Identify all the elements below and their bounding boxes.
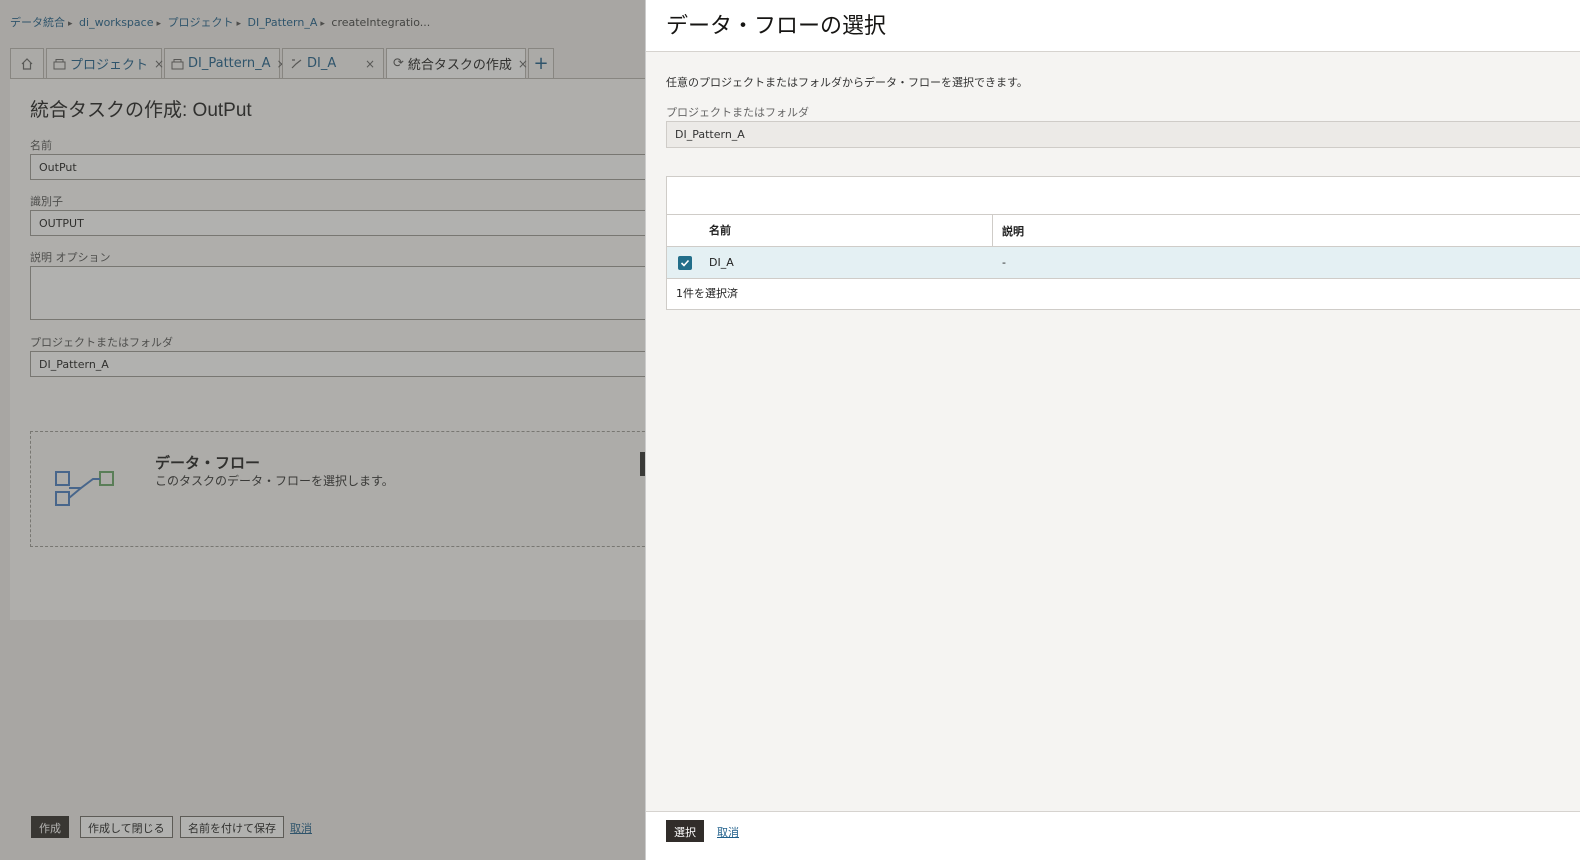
drawer-header: データ・フローの選択 bbox=[646, 0, 1580, 52]
drawer-project-label: プロジェクトまたはフォルダ bbox=[666, 106, 809, 119]
select-dataflow-drawer: データ・フローの選択 任意のプロジェクトまたはフォルダからデータ・フローを選択で… bbox=[645, 0, 1580, 860]
row-description: - bbox=[1002, 256, 1006, 269]
dataflow-table: 名前 説明 DI_A - 1件を選択済 bbox=[666, 176, 1580, 310]
selected-count: 1件を選択済 bbox=[676, 287, 738, 300]
table-toolbar bbox=[667, 177, 1580, 215]
drawer-description: 任意のプロジェクトまたはフォルダからデータ・フローを選択できます。 bbox=[666, 76, 1028, 89]
row-name: DI_A bbox=[709, 256, 734, 269]
checkbox-checked-icon[interactable] bbox=[678, 256, 692, 270]
table-row[interactable]: DI_A - bbox=[667, 247, 1580, 279]
drawer-project-select[interactable]: DI_Pattern_A bbox=[666, 121, 1580, 148]
drawer-footer: 選択 取消 bbox=[646, 811, 1580, 860]
column-header-description[interactable]: 説明 bbox=[993, 223, 1024, 239]
drawer-title: データ・フローの選択 bbox=[666, 13, 887, 38]
table-header: 名前 説明 bbox=[667, 214, 1580, 247]
select-button[interactable]: 選択 bbox=[666, 820, 704, 842]
drawer-cancel-link[interactable]: 取消 bbox=[717, 824, 739, 840]
column-header-name[interactable]: 名前 bbox=[667, 214, 993, 247]
modal-overlay[interactable] bbox=[0, 0, 645, 860]
